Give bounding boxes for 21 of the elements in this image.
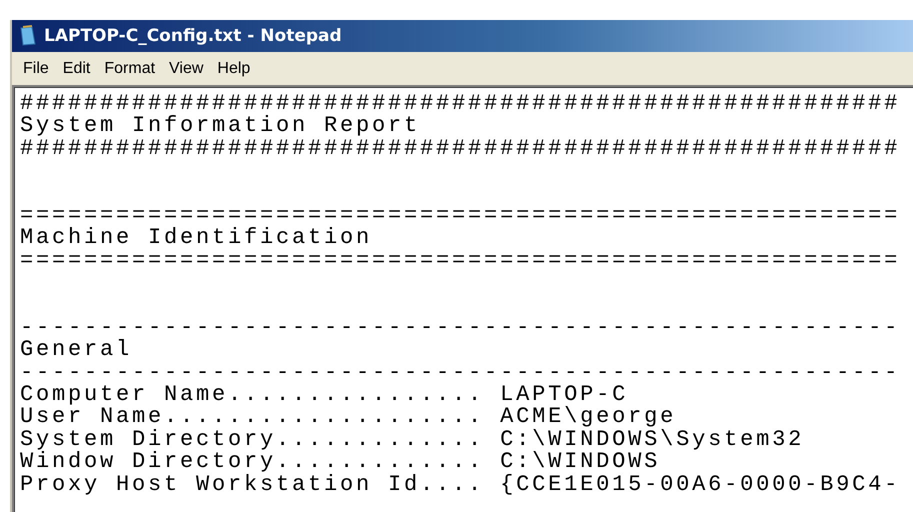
text-line: Machine Identification xyxy=(20,227,374,250)
text-line: User Name.................... ACME\george xyxy=(20,406,676,429)
menu-item[interactable]: View xyxy=(162,58,210,80)
text-line: System Directory............. C:\WINDOWS\System32 xyxy=(20,428,806,452)
menu-item[interactable]: Edit xyxy=(56,58,98,80)
text-line: Proxy Host Workstation Id.... {CCE1E015-00A6-0000-B9C4- xyxy=(20,474,902,496)
text-line: ####################################################### xyxy=(20,93,902,116)
text-line: General xyxy=(20,339,134,362)
text-line: ======================================================= xyxy=(20,204,902,228)
text-line: ------------------------------------------------------- xyxy=(20,362,902,384)
menu-item[interactable]: Format xyxy=(97,58,162,80)
menu-item[interactable]: Help xyxy=(210,58,258,80)
window-title: LAPTOP-C_Config.txt - Notepad xyxy=(44,26,342,46)
text-line: ####################################################### xyxy=(20,138,902,160)
text-line: ------------------------------------------------------- xyxy=(20,316,902,340)
text-line: ======================================================= xyxy=(20,250,902,272)
menu-item[interactable]: File xyxy=(16,58,56,80)
text-line: System Information Report xyxy=(20,115,422,138)
notepad-icon xyxy=(18,25,38,47)
text-line: Computer Name................ LAPTOP-C xyxy=(20,384,628,406)
text-line: Window Directory............. C:\WINDOWS xyxy=(20,451,660,474)
